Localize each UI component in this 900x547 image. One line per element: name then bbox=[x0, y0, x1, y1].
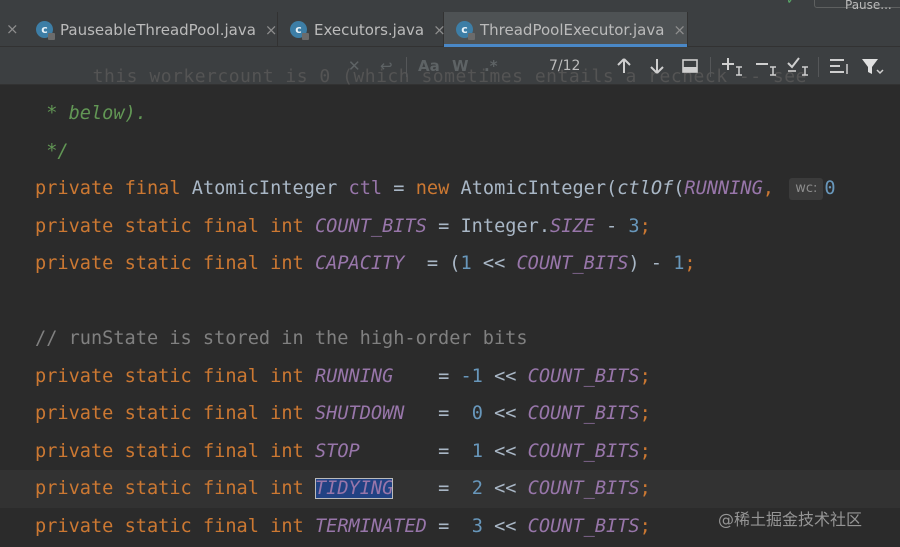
history-icon[interactable]: ↩ bbox=[380, 47, 393, 85]
code-line: private static final int STOP = 1 << COU… bbox=[35, 441, 651, 462]
toolbar-divider bbox=[406, 57, 407, 77]
checkmark-icon[interactable]: ✓ bbox=[786, 0, 797, 8]
watermark: @稀土掘金技术社区 bbox=[718, 510, 863, 529]
search-match-selection[interactable]: TIDYING bbox=[314, 478, 394, 499]
remove-selection-icon[interactable] bbox=[754, 55, 778, 81]
regex-toggle[interactable]: .* bbox=[484, 47, 498, 85]
filter-icon[interactable] bbox=[860, 56, 884, 82]
code-line: private static final int TERMINATED = 3 … bbox=[35, 516, 651, 537]
words-toggle[interactable]: W bbox=[452, 47, 469, 85]
code-line: * below). bbox=[35, 103, 147, 124]
find-toolbar: this workercount is 0 (which sometimes e… bbox=[0, 47, 900, 85]
code-line: private static final int CAPACITY = (1 <… bbox=[35, 253, 696, 274]
tab-threadpoolexecutor[interactable]: c ThreadPoolExecutor.java × bbox=[444, 12, 688, 47]
java-class-icon: c bbox=[290, 21, 309, 40]
select-all-icon[interactable] bbox=[786, 55, 810, 81]
next-occurrence-icon[interactable] bbox=[647, 56, 667, 80]
java-class-icon: c bbox=[36, 21, 55, 40]
add-selection-icon[interactable] bbox=[720, 55, 744, 81]
tab-label: PauseableThreadPool.java bbox=[60, 20, 256, 39]
code-line: private static final int COUNT_BITS = In… bbox=[35, 216, 651, 237]
match-counter: 7/12 bbox=[549, 58, 581, 74]
tab-label: ThreadPoolExecutor.java bbox=[480, 20, 665, 39]
select-all-occurrences-icon[interactable] bbox=[680, 56, 700, 80]
editor-tab-bar: × c PauseableThreadPool.java × c Executo… bbox=[0, 12, 900, 47]
tab-executors[interactable]: c Executors.java × bbox=[278, 12, 446, 47]
code-editor[interactable]: * below). */ private final AtomicInteger… bbox=[0, 85, 900, 547]
close-tab-icon[interactable]: × bbox=[673, 21, 686, 39]
tab-pauseablethreadpool[interactable]: c PauseableThreadPool.java × bbox=[24, 12, 278, 47]
tab-label: Executors.java bbox=[314, 20, 425, 39]
close-icon[interactable]: × bbox=[6, 12, 19, 47]
clear-icon[interactable]: ✕ bbox=[348, 47, 361, 85]
java-class-icon: c bbox=[456, 21, 475, 40]
parameter-hint: wc: bbox=[789, 178, 824, 200]
code-line: private static final int SHUTDOWN = 0 <<… bbox=[35, 403, 651, 424]
prev-occurrence-icon[interactable] bbox=[614, 56, 634, 80]
ide-window: ✓ Pause... × c PauseableThreadPool.java … bbox=[0, 0, 900, 547]
code-line: private final AtomicInteger ctl = new At… bbox=[35, 178, 836, 200]
code-comment: // runState is stored in the high-order … bbox=[35, 328, 528, 349]
close-tab-icon[interactable]: × bbox=[265, 21, 278, 39]
code-line-current: private static final int TIDYING = 2 << … bbox=[35, 478, 651, 499]
toolbar-divider bbox=[710, 57, 711, 77]
code-line: */ bbox=[35, 141, 69, 162]
toolbar-divider bbox=[818, 57, 819, 77]
code-line: private static final int RUNNING = -1 <<… bbox=[35, 366, 651, 387]
match-case-toggle[interactable]: Aa bbox=[418, 47, 440, 85]
run-configuration-selector[interactable]: Pause... bbox=[814, 0, 900, 12]
multiline-icon[interactable] bbox=[828, 56, 850, 80]
top-toolbar-strip: ✓ Pause... bbox=[0, 0, 900, 12]
